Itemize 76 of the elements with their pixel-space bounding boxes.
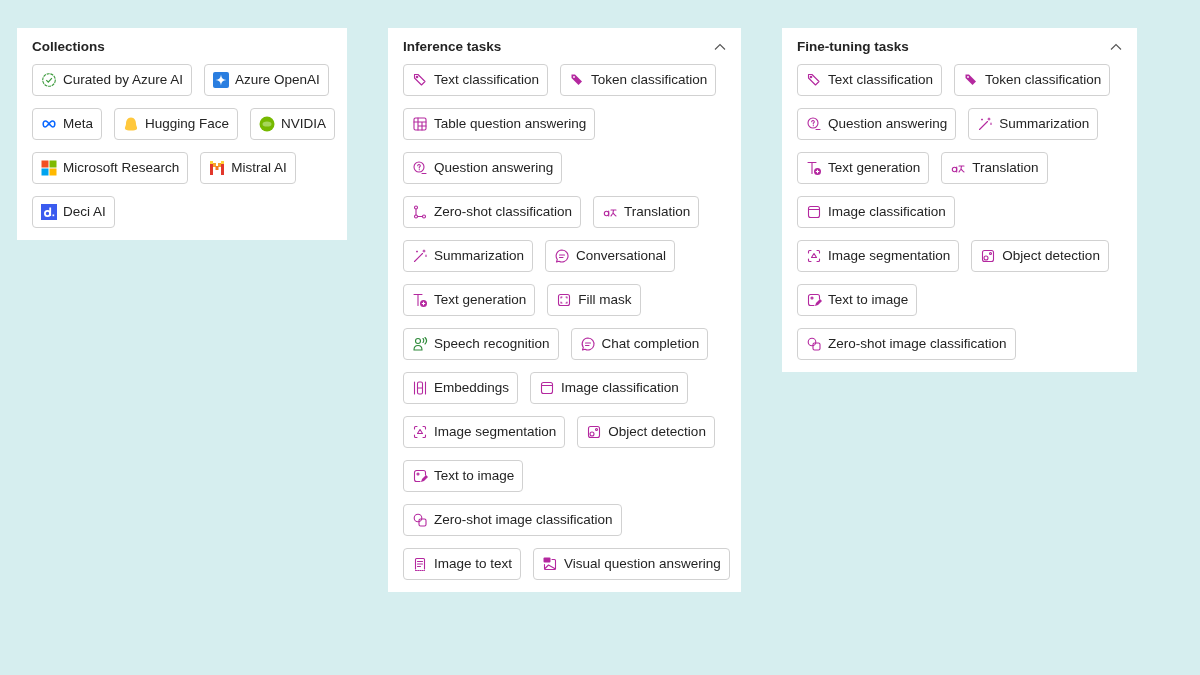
chat-icon <box>579 336 596 352</box>
filter-chip[interactable]: Object detection <box>577 416 715 448</box>
image-question-icon <box>542 556 559 572</box>
blob-icon <box>123 116 139 132</box>
filter-chip[interactable]: Image classification <box>797 196 955 228</box>
filter-chip[interactable]: Visual question answering <box>533 548 730 580</box>
panel-title: Inference tasks <box>403 38 502 56</box>
filter-chip[interactable]: Mistral AI <box>200 152 296 184</box>
image-icon <box>806 204 822 220</box>
filter-chip[interactable]: Azure OpenAI <box>204 64 329 96</box>
filter-chip[interactable]: Text to image <box>797 284 918 316</box>
filter-chip[interactable]: Hugging Face <box>114 108 239 140</box>
panel-title: Fine-tuning tasks <box>797 38 909 56</box>
magic-wand-icon <box>412 248 428 264</box>
question-bubble-icon <box>412 160 428 176</box>
filter-chip[interactable]: Image segmentation <box>403 416 566 448</box>
filter-chip[interactable]: Question answering <box>797 108 957 140</box>
segment-icon <box>806 248 822 264</box>
filter-chip[interactable]: Conversational <box>545 240 676 272</box>
shapes-icon <box>806 336 822 352</box>
tag-icon <box>806 72 822 88</box>
filter-chip[interactable]: Summarization <box>968 108 1099 140</box>
segment-icon <box>412 424 428 440</box>
filter-chip[interactable]: Microsoft Research <box>32 152 189 184</box>
filter-chip[interactable]: Deci AI <box>32 196 115 228</box>
text-plus-icon <box>806 160 822 176</box>
filter-chip[interactable]: Table question answering <box>403 108 596 140</box>
filter-chip[interactable]: Image to text <box>403 548 522 580</box>
document-icon <box>412 556 428 572</box>
filter-chip[interactable]: Zero-shot classification <box>403 196 582 228</box>
filter-chip[interactable]: Zero-shot image classification <box>403 504 622 536</box>
object-detect-icon <box>980 248 997 264</box>
object-detect-icon <box>586 424 603 440</box>
filter-chip[interactable]: Text classification <box>403 64 549 96</box>
frame-icon <box>556 292 573 308</box>
filter-chip[interactable]: Object detection <box>971 240 1109 272</box>
filter-chip[interactable]: Meta <box>32 108 102 140</box>
image-edit-icon <box>806 292 822 308</box>
filter-chip[interactable]: Translation <box>593 196 700 228</box>
magic-wand-icon <box>977 116 994 132</box>
voice-icon <box>412 336 428 352</box>
panel-title: Collections <box>32 38 105 56</box>
filter-chip[interactable]: Image segmentation <box>797 240 960 272</box>
table-icon <box>412 116 428 132</box>
check-badge-icon <box>41 72 57 88</box>
branch-icon <box>412 204 428 220</box>
filter-chip[interactable]: Speech recognition <box>403 328 559 360</box>
filter-chip[interactable]: Text generation <box>797 152 930 184</box>
d-logo-icon <box>41 204 57 220</box>
filter-chip[interactable]: Text generation <box>403 284 536 316</box>
image-icon <box>539 380 556 396</box>
filter-chip[interactable]: Zero-shot image classification <box>797 328 1016 360</box>
filter-chip[interactable]: NVIDIA <box>250 108 336 140</box>
blocks-logo-icon <box>209 160 226 176</box>
chat-icon <box>554 248 571 264</box>
sparkle-icon <box>213 72 230 88</box>
tag-icon <box>412 72 428 88</box>
shapes-icon <box>412 512 428 528</box>
filter-chip[interactable]: Fill mask <box>547 284 641 316</box>
filter-chip[interactable]: Question answering <box>403 152 563 184</box>
image-edit-icon <box>412 468 428 484</box>
filter-chip[interactable]: Translation <box>941 152 1048 184</box>
filter-chip[interactable]: Token classification <box>560 64 717 96</box>
text-plus-icon <box>412 292 428 308</box>
four-squares-icon <box>41 160 57 176</box>
filter-chip[interactable]: Embeddings <box>403 372 519 404</box>
filter-chip[interactable]: Summarization <box>403 240 534 272</box>
question-bubble-icon <box>806 116 822 132</box>
filter-chip[interactable]: Text classification <box>797 64 943 96</box>
columns-icon <box>412 380 428 396</box>
oval-logo-icon <box>259 116 276 132</box>
filter-chip[interactable]: Curated by Azure AI <box>32 64 193 96</box>
filter-chip[interactable]: Token classification <box>954 64 1111 96</box>
filter-chip[interactable]: Image classification <box>530 372 688 404</box>
filter-chip[interactable]: Chat completion <box>570 328 709 360</box>
filter-chip[interactable]: Text to image <box>403 460 524 492</box>
